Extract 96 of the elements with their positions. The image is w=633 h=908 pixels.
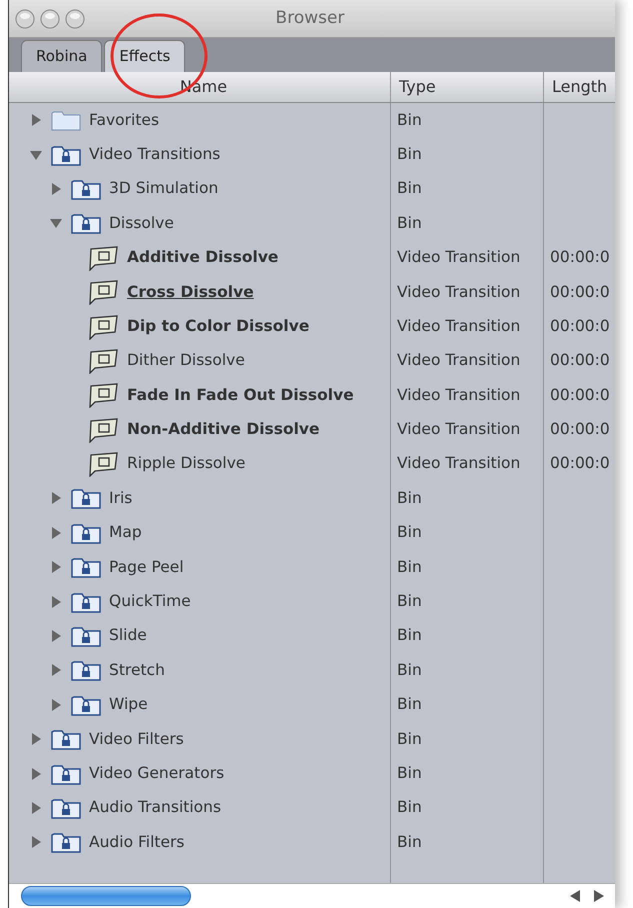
type-text: Bin — [397, 660, 422, 681]
item-name[interactable]: Favorites — [89, 108, 160, 132]
type-text: Bin — [397, 728, 422, 750]
window-title: Browser — [274, 6, 346, 30]
locked-folder-icon — [51, 797, 81, 819]
length-text: 00:00:0 — [550, 282, 610, 303]
length-text: 00:00:0 — [550, 350, 610, 372]
collapsed-triangle-icon[interactable] — [29, 835, 43, 850]
type-text: Video Transition — [397, 384, 520, 406]
type-text: Bin — [397, 178, 422, 200]
locked-folder-icon — [71, 590, 101, 613]
type-text: Bin — [397, 832, 422, 853]
locked-folder-icon — [71, 625, 101, 648]
locked-folder-icon — [71, 694, 101, 716]
type-text: Bin — [397, 591, 422, 612]
item-name[interactable]: Video Filters — [89, 728, 184, 751]
type-text: Bin — [397, 556, 422, 578]
window-control-button[interactable] — [40, 8, 60, 28]
item-name[interactable]: Slide — [109, 624, 147, 648]
screen-flag-icon — [87, 279, 119, 306]
locked-folder-icon — [71, 522, 101, 544]
window-control-button[interactable] — [15, 8, 35, 28]
item-name[interactable]: Map — [109, 521, 142, 544]
item-name[interactable]: Ripple Dissolve — [127, 452, 246, 476]
column-header[interactable]: Length — [544, 72, 615, 102]
collapsed-triangle-icon[interactable] — [49, 594, 63, 609]
locked-folder-icon — [71, 659, 101, 682]
locked-folder-icon — [71, 178, 101, 200]
scroll-thumb[interactable] — [21, 886, 191, 906]
type-text: Video Transition — [397, 247, 520, 268]
item-name[interactable]: Dither Dissolve — [127, 349, 245, 373]
length-text: 00:00:0 — [550, 247, 610, 268]
collapsed-triangle-icon[interactable] — [49, 560, 63, 574]
collapsed-triangle-icon[interactable] — [49, 526, 63, 540]
item-name[interactable]: Wipe — [109, 693, 148, 716]
type-text: Bin — [397, 625, 422, 646]
collapsed-triangle-icon[interactable] — [29, 801, 43, 815]
collapsed-triangle-icon[interactable] — [49, 182, 63, 196]
item-name[interactable]: Non-Additive Dissolve — [127, 418, 320, 442]
item-name[interactable]: Video Transitions — [89, 142, 220, 166]
type-text: Video Transition — [397, 350, 520, 372]
length-text: 00:00:0 — [550, 419, 610, 440]
tab[interactable]: Robina — [21, 40, 102, 72]
expanded-triangle-icon[interactable] — [49, 216, 63, 230]
screen-flag-icon — [87, 244, 119, 271]
item-name[interactable]: 3D Simulation — [109, 177, 218, 201]
item-name[interactable]: Iris — [109, 486, 132, 510]
screen-flag-icon — [87, 348, 119, 374]
type-text: Bin — [397, 110, 422, 131]
tab[interactable]: Effects — [104, 40, 186, 72]
item-name[interactable]: Page Peel — [109, 556, 184, 579]
length-text: 00:00:0 — [550, 316, 610, 337]
item-name[interactable]: Video Generators — [89, 762, 224, 786]
length-text: 00:00:0 — [550, 453, 610, 474]
collapsed-triangle-icon[interactable] — [49, 663, 63, 678]
item-name[interactable]: Dip to Color Dissolve — [127, 314, 310, 338]
item-name[interactable]: Audio Filters — [89, 830, 184, 854]
length-text: 00:00:0 — [550, 384, 610, 406]
collapsed-triangle-icon[interactable] — [49, 698, 63, 712]
item-name[interactable]: Stretch — [109, 658, 165, 682]
locked-folder-icon — [51, 728, 81, 750]
locked-folder-icon — [71, 212, 101, 234]
item-name[interactable]: Dissolve — [109, 212, 174, 235]
window-control-button[interactable] — [65, 8, 85, 28]
item-name[interactable]: Additive Dissolve — [127, 246, 278, 270]
type-text: Bin — [397, 522, 422, 544]
locked-folder-icon — [51, 762, 81, 785]
item-name[interactable]: Cross Dissolve — [127, 280, 254, 304]
locked-folder-icon — [71, 556, 101, 578]
type-text: Bin — [397, 797, 422, 818]
item-name[interactable]: Fade In Fade Out Dissolve — [127, 384, 354, 407]
collapsed-triangle-icon[interactable] — [29, 113, 43, 128]
collapsed-triangle-icon[interactable] — [29, 766, 43, 781]
screen-flag-icon — [87, 314, 119, 340]
locked-folder-icon — [51, 144, 81, 166]
item-name[interactable]: QuickTime — [109, 590, 191, 614]
type-text: Video Transition — [397, 453, 520, 474]
type-text: Bin — [397, 212, 422, 234]
screen-flag-icon — [87, 382, 119, 408]
item-name[interactable]: Audio Transitions — [89, 796, 222, 820]
type-text: Bin — [397, 694, 422, 716]
folder-icon — [51, 109, 81, 132]
type-text: Bin — [397, 144, 422, 165]
type-text: Bin — [397, 488, 422, 509]
type-text: Video Transition — [397, 316, 520, 337]
collapsed-triangle-icon[interactable] — [49, 629, 63, 644]
screen-flag-icon — [87, 451, 119, 478]
column-header[interactable]: Type — [391, 72, 544, 102]
collapsed-triangle-icon[interactable] — [29, 732, 43, 746]
screen-flag-icon — [87, 416, 119, 443]
type-text: Bin — [397, 762, 422, 784]
collapsed-triangle-icon[interactable] — [49, 491, 63, 506]
locked-folder-icon — [51, 831, 81, 854]
type-text: Video Transition — [397, 419, 520, 440]
type-text: Video Transition — [397, 282, 520, 303]
locked-folder-icon — [71, 487, 101, 510]
